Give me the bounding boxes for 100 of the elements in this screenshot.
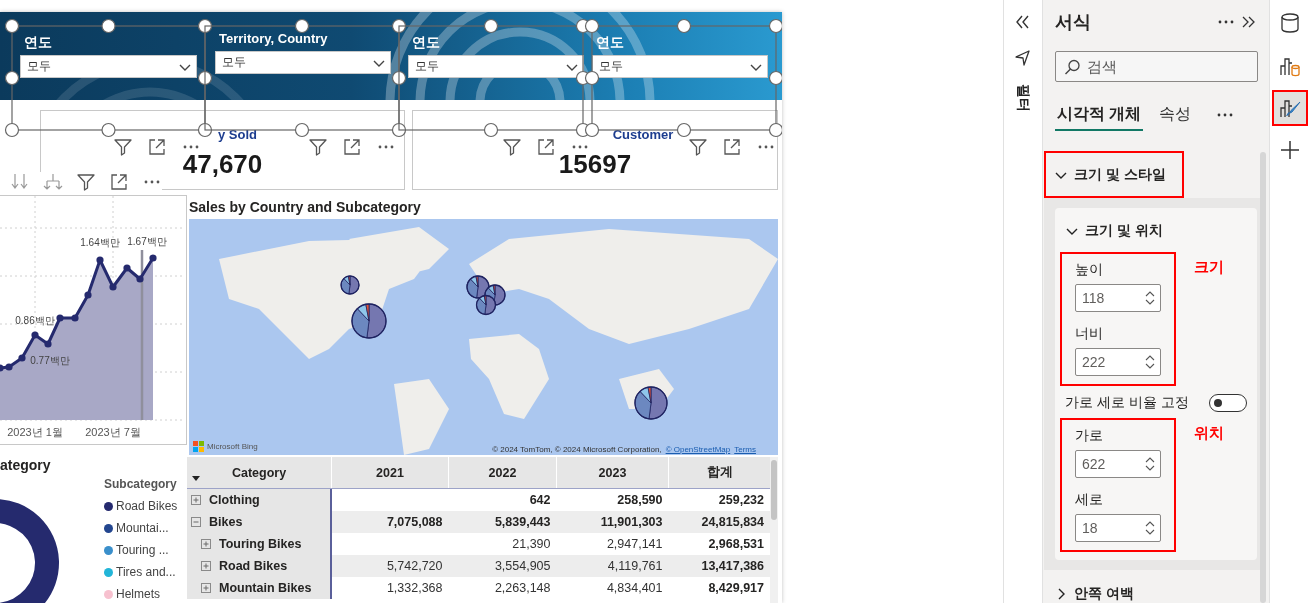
spinner-icon[interactable] [1144,456,1156,472]
table-cell: 5,839,443 [494,515,551,529]
section-header[interactable]: 크기 및 스타일 [1044,151,1184,198]
plus-icon [1278,138,1302,162]
field-label: 가로 [1075,426,1104,444]
toggle-label: 가로 세로 비율 고정 [1065,394,1189,412]
resize-handle[interactable] [101,18,116,34]
group-header[interactable]: 크기 및 위치 [1065,218,1163,244]
field-label: 너비 [1075,324,1104,342]
row-header[interactable]: Bikes [209,515,243,529]
pane-title[interactable]: 필터 [1014,84,1032,112]
table-cell: 2,263,148 [494,581,551,595]
data-label: 0.86백만 [15,315,55,326]
legend-label: Road Bikes [116,498,178,514]
column-header[interactable]: 합계 [706,465,733,479]
pie-marker[interactable] [340,275,360,295]
tab[interactable]: 시각적 개체 [1055,99,1144,131]
table-cell: 4,119,761 [607,559,663,573]
number-field[interactable]: 622 [1075,450,1161,478]
focus-mode-icon[interactable] [147,137,167,157]
table-cell: 13,417,386 [701,559,764,573]
legend-title: Subcategory [104,476,178,492]
resize-handle[interactable] [768,18,782,34]
slicer-dropdown[interactable]: 모두 [408,55,584,78]
legend-label: Touring ... [116,542,169,558]
scrollbar-thumb[interactable] [771,460,777,520]
section-header[interactable]: 안쪽 여백 [1044,570,1152,603]
number-field[interactable]: 18 [1075,514,1161,542]
table-cell: 24,815,834 [701,515,764,529]
resize-handle[interactable] [4,122,20,138]
annotation-label: 크기 [1194,258,1224,277]
slicer-dropdown[interactable]: 모두 [20,55,197,78]
chart-title: Sales by Country and Subcategory [189,199,421,215]
card-title: y Sold [218,127,257,143]
focus-mode-icon[interactable] [109,172,129,192]
focus-mode-icon[interactable] [536,137,556,157]
table-cell: 258,590 [617,493,663,507]
data-label: 1.64백만 [80,237,120,248]
column-header[interactable]: 2022 [488,465,517,480]
column-header[interactable]: 2021 [376,465,404,480]
focus-mode-icon[interactable] [342,137,362,157]
table-cell: 3,554,905 [494,559,551,573]
spinner-icon[interactable] [1144,290,1156,306]
legend-label: Helmets [116,586,160,602]
slicer-title: 연도 [595,34,624,51]
search-field[interactable]: 검색 [1055,51,1258,82]
table-cell: 8,429,917 [708,581,764,595]
slicer-dropdown[interactable]: 모두 [592,55,768,78]
scrollbar[interactable] [1260,152,1266,603]
table-cell: 259,232 [718,493,764,507]
chart-title: ategory [0,457,51,473]
table-cell: 11,901,303 [600,515,663,529]
search-icon [1064,59,1080,75]
table-cell: 1,332,368 [386,581,443,595]
card-title: Customer [612,127,674,143]
kpi-value: 47,670 [182,149,263,179]
column-header[interactable]: Category [231,465,287,480]
brand-label: Microsoft Bing [207,442,258,451]
focus-mode-icon[interactable] [722,137,742,157]
table-cell: 4,834,401 [606,581,663,595]
slicer-dropdown[interactable]: 모두 [215,51,391,74]
drill-down-icon[interactable] [43,172,63,192]
table-cell: 21,390 [512,537,551,551]
legend-label: Mountai... [116,520,169,536]
data-label: 0.77백만 [30,355,70,366]
pie-marker[interactable] [351,303,387,339]
pie-marker[interactable] [475,294,497,316]
pane-title: 서식 [1055,11,1091,34]
spinner-icon[interactable] [1144,520,1156,536]
slicer-title: 연도 [411,34,440,51]
number-field[interactable]: 222 [1075,348,1161,376]
axis-label: 2023년 7월 [85,426,141,438]
table-cell: 5,742,720 [386,559,443,573]
resize-handle[interactable] [768,122,782,138]
pie-marker[interactable] [634,386,668,420]
field-label: 높이 [1075,260,1104,278]
column-header[interactable]: 2023 [598,465,627,480]
slicer-title: 연도 [23,34,52,51]
attribution-link[interactable]: Terms [734,445,756,454]
tab[interactable]: 속성 [1157,99,1194,131]
slicer-title: Territory, Country [218,30,328,47]
four-squares-icon [193,441,204,452]
annotation-label: 위치 [1194,424,1224,443]
resize-handle[interactable] [768,70,782,86]
sort-arrow-icon[interactable] [191,474,201,482]
table-cell: 7,075,088 [386,515,443,529]
data-label: 1.67백만 [127,236,167,247]
spinner-icon[interactable] [1144,354,1156,370]
table-cell: 2,947,141 [606,537,663,551]
resize-handle[interactable] [101,122,116,138]
scrollbar[interactable] [770,457,778,603]
table-cell: 642 [529,493,551,507]
database-icon [1278,12,1302,36]
toggle-switch[interactable] [1209,394,1247,412]
number-field[interactable]: 118 [1075,284,1161,312]
field-label: 세로 [1075,490,1104,508]
table-cell: 2,968,531 [708,537,764,551]
kpi-value: 15697 [558,149,632,179]
attribution-text: © 2024 TomTom, © 2024 Microsoft Corporation, [492,445,662,454]
attribution-link[interactable]: © OpenStreetMap [665,445,731,454]
